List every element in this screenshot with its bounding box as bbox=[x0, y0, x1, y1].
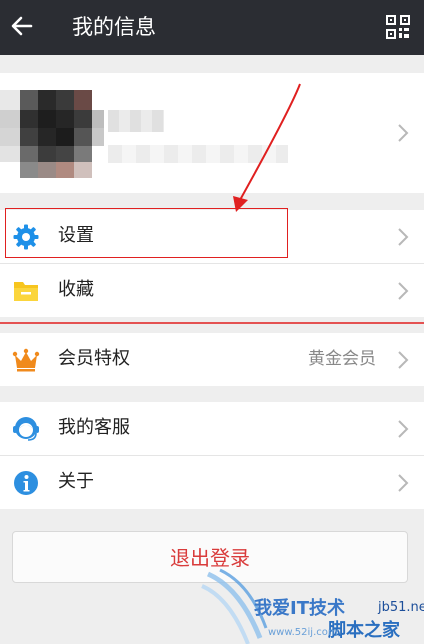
qr-code-icon[interactable] bbox=[386, 15, 410, 39]
menu-group-2: 会员特权 黄金会员 bbox=[0, 333, 424, 386]
menu-item-favorites[interactable]: 收藏 bbox=[0, 264, 424, 317]
avatar bbox=[0, 90, 104, 178]
annotation-underline bbox=[0, 322, 424, 324]
menu-group-3: 我的客服 关于 bbox=[0, 402, 424, 509]
customer-service-icon bbox=[13, 417, 39, 441]
profile-subtitle-blurred bbox=[108, 145, 288, 163]
watermark-url: www.52ij.com bbox=[268, 627, 338, 638]
menu-item-vip[interactable]: 会员特权 黄金会员 bbox=[0, 333, 424, 386]
watermark-domain: jb51.net bbox=[378, 600, 424, 615]
chevron-right-icon bbox=[396, 350, 410, 370]
chevron-right-icon bbox=[396, 123, 410, 143]
menu-item-label: 我的客服 bbox=[58, 417, 130, 438]
profile-name-blurred bbox=[108, 110, 164, 132]
crown-icon bbox=[12, 348, 40, 372]
info-icon bbox=[14, 471, 38, 495]
vip-level-value: 黄金会员 bbox=[308, 349, 376, 369]
menu-item-support[interactable]: 我的客服 bbox=[0, 402, 424, 455]
chevron-right-icon bbox=[396, 281, 410, 301]
chevron-right-icon bbox=[396, 419, 410, 439]
annotation-highlight-box bbox=[5, 208, 288, 258]
chevron-right-icon bbox=[396, 473, 410, 493]
top-bar: 我的信息 bbox=[0, 0, 424, 55]
menu-item-about[interactable]: 关于 bbox=[0, 456, 424, 509]
chevron-right-icon bbox=[396, 227, 410, 247]
page-title: 我的信息 bbox=[72, 15, 156, 39]
menu-item-label: 会员特权 bbox=[58, 348, 130, 369]
watermark-brand: 脚本之家 bbox=[328, 620, 400, 641]
watermark-text: 我爱IT技术 bbox=[254, 598, 345, 619]
folder-icon bbox=[14, 282, 38, 301]
profile-card[interactable] bbox=[0, 73, 424, 193]
menu-item-label: 收藏 bbox=[58, 279, 94, 300]
back-arrow-icon[interactable] bbox=[9, 13, 35, 39]
menu-item-label: 关于 bbox=[58, 471, 94, 492]
